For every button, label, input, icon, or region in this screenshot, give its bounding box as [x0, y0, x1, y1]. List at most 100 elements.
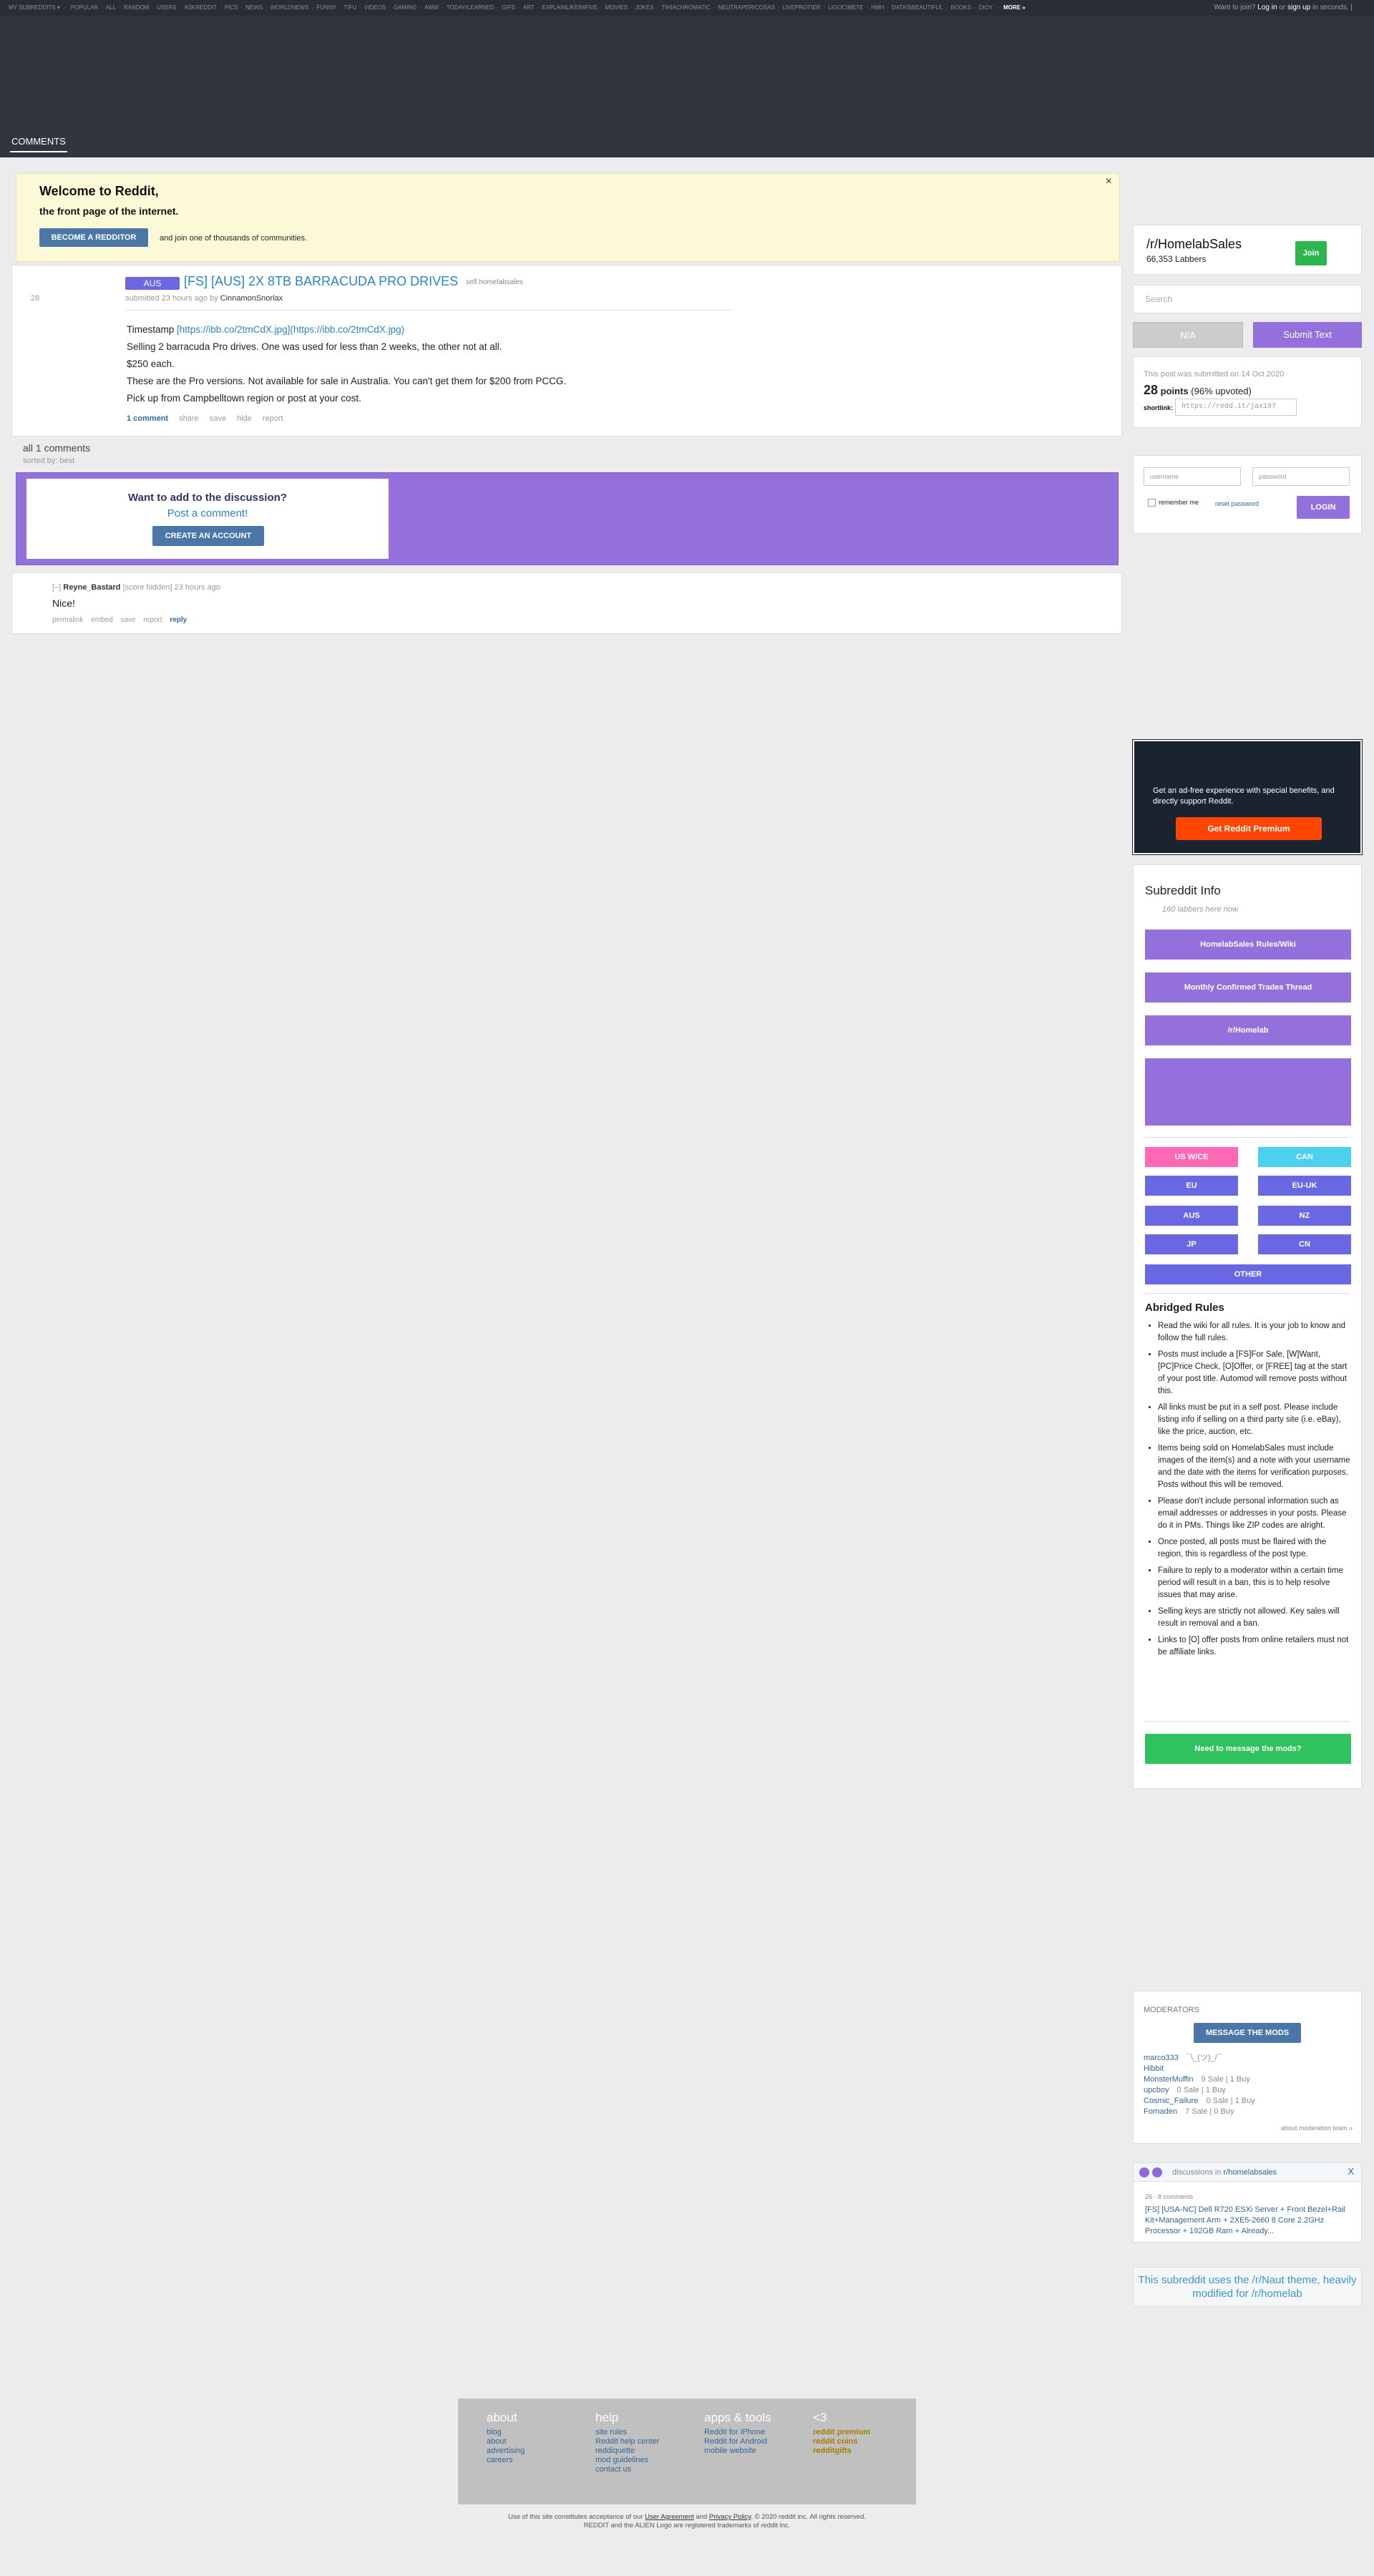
- moderator-link[interactable]: upcboy: [1144, 2086, 1169, 2094]
- moderator-link[interactable]: MonsterMuffin: [1144, 2075, 1194, 2084]
- footer-link[interactable]: mod guidelines: [595, 2456, 659, 2465]
- region-nz-button[interactable]: NZ: [1258, 1206, 1351, 1226]
- region-other-button[interactable]: OTHER: [1145, 1264, 1351, 1284]
- footer-link[interactable]: careers: [487, 2456, 525, 2465]
- footer-link[interactable]: Reddit help center: [595, 2437, 659, 2446]
- sort-by[interactable]: sorted by: best: [23, 457, 74, 465]
- cta-post-comment[interactable]: Post a comment!: [26, 507, 389, 519]
- more-subreddits-link[interactable]: MORE »: [1003, 4, 1025, 11]
- footer-link[interactable]: reddit premium: [813, 2428, 870, 2437]
- close-icon[interactable]: ×: [1106, 175, 1112, 188]
- privacy-policy-link[interactable]: Privacy Policy: [709, 2513, 751, 2521]
- login-button[interactable]: LOGIN: [1297, 496, 1350, 519]
- submit-text-button[interactable]: Submit Text: [1253, 322, 1362, 348]
- subreddit-link[interactable]: JOKES: [635, 4, 653, 11]
- message-mods-button[interactable]: Need to message the mods?: [1145, 1734, 1351, 1764]
- remember-me-checkbox[interactable]: remember me: [1148, 499, 1199, 507]
- footer-link[interactable]: Reddit for iPhone: [704, 2428, 771, 2437]
- subreddit-link[interactable]: RANDOM: [124, 4, 150, 11]
- subreddit-link[interactable]: LIVEPROTIER: [783, 4, 821, 11]
- footer-link[interactable]: site rules: [595, 2428, 659, 2437]
- theme-credit[interactable]: This subreddit uses the /r/Naut theme, h…: [1133, 2267, 1362, 2307]
- region-uswce-button[interactable]: US W/CE: [1145, 1147, 1238, 1167]
- username-field[interactable]: username: [1144, 467, 1241, 486]
- comments-link[interactable]: 1 comment: [127, 414, 168, 423]
- footer-link[interactable]: contact us: [595, 2465, 659, 2474]
- region-jp-button[interactable]: JP: [1145, 1234, 1238, 1254]
- report-link[interactable]: report: [143, 616, 162, 624]
- nav-next-icon[interactable]: [1152, 2167, 1162, 2177]
- permalink-link[interactable]: permalink: [52, 616, 83, 624]
- collapse-toggle[interactable]: [–]: [52, 583, 61, 592]
- save-link[interactable]: save: [210, 414, 226, 423]
- subreddit-name[interactable]: /r/HomelabSales: [1146, 237, 1242, 252]
- shortlink-field[interactable]: https://redd.it/jax197: [1175, 399, 1297, 416]
- my-subreddits-dropdown[interactable]: MY SUBREDDITS: [9, 4, 56, 11]
- subreddit-link[interactable]: ART: [523, 4, 535, 11]
- share-link[interactable]: share: [179, 414, 199, 423]
- create-account-button[interactable]: CREATE AN ACCOUNT: [152, 526, 264, 546]
- subreddit-link[interactable]: NEWS: [245, 4, 263, 11]
- region-aus-button[interactable]: AUS: [1145, 1206, 1238, 1226]
- checkbox-icon[interactable]: [1148, 499, 1156, 507]
- footer-link[interactable]: Reddit for Android: [704, 2437, 771, 2446]
- reset-password-link[interactable]: reset password: [1215, 500, 1259, 507]
- subreddit-link[interactable]: POPULAR: [71, 4, 98, 11]
- subreddit-link[interactable]: PICS: [225, 4, 238, 11]
- subreddit-link[interactable]: VIDEOS: [364, 4, 386, 11]
- search-input[interactable]: Search: [1133, 285, 1362, 313]
- rules-wiki-button[interactable]: HomelabSales Rules/Wiki: [1145, 930, 1351, 960]
- timestamp-link[interactable]: [https://ibb.co/2tmCdX.jpg](https://ibb.…: [177, 324, 404, 335]
- user-agreement-link[interactable]: User Agreement: [645, 2513, 694, 2521]
- nav-prev-icon[interactable]: [1139, 2167, 1149, 2177]
- footer-link[interactable]: blog: [487, 2428, 525, 2437]
- footer-link[interactable]: mobile website: [704, 2446, 771, 2456]
- login-link[interactable]: Log in: [1257, 4, 1277, 11]
- subreddit-link[interactable]: ALL: [106, 4, 116, 11]
- discussions-sub-link[interactable]: r/homelabsales: [1224, 2168, 1277, 2177]
- reply-link[interactable]: reply: [170, 616, 187, 624]
- post-title[interactable]: [FS] [AUS] 2X 8TB BARRACUDA PRO DRIVES: [184, 274, 458, 289]
- subreddit-link[interactable]: TODAYILEARNED: [447, 4, 494, 11]
- subreddit-link[interactable]: FUNNY: [316, 4, 336, 11]
- report-link[interactable]: report: [263, 414, 283, 423]
- footer-link[interactable]: reddiquette: [595, 2446, 659, 2456]
- region-eu-button[interactable]: EU: [1145, 1176, 1238, 1196]
- moderator-link[interactable]: marco333: [1144, 2054, 1179, 2062]
- footer-link[interactable]: redditgifts: [813, 2446, 870, 2456]
- subreddit-link[interactable]: GIFS: [502, 4, 515, 11]
- subreddit-link[interactable]: EXPLAINLIKEIMFIVE: [542, 4, 598, 11]
- subreddit-link[interactable]: DATAISBEAUTIFUL: [892, 4, 943, 11]
- moderator-link[interactable]: Cosmic_Failure: [1144, 2097, 1198, 2105]
- embed-link[interactable]: embed: [91, 616, 113, 624]
- post-author[interactable]: CinnamonSnorlax: [220, 294, 283, 303]
- footer-link[interactable]: about: [487, 2437, 525, 2446]
- subreddit-link[interactable]: TIHIACHROMATIC: [661, 4, 710, 11]
- subreddit-link[interactable]: USERS: [157, 4, 177, 11]
- region-euuk-button[interactable]: EU-UK: [1258, 1176, 1351, 1196]
- discussion-link[interactable]: [FS] [USA-NC] Dell R720 ESXi Server + Fr…: [1145, 2205, 1353, 2237]
- subreddit-link[interactable]: TIFU: [344, 4, 356, 11]
- subreddit-link[interactable]: ASKREDDIT: [184, 4, 217, 11]
- subreddit-link[interactable]: WORLDNEWS: [271, 4, 309, 11]
- premium-button[interactable]: Get Reddit Premium: [1176, 817, 1322, 840]
- moderator-link[interactable]: Fornaden: [1144, 2107, 1177, 2116]
- join-button[interactable]: Join: [1295, 241, 1327, 265]
- close-icon[interactable]: X: [1348, 2166, 1354, 2177]
- subreddit-link[interactable]: BOOKS: [950, 4, 970, 11]
- footer-link[interactable]: advertising: [487, 2446, 525, 2456]
- subreddit-link[interactable]: AWW: [424, 4, 439, 11]
- tab-comments[interactable]: COMMENTS: [10, 136, 67, 152]
- message-mods-button[interactable]: MESSAGE THE MODS: [1194, 2023, 1301, 2043]
- about-moderation-link[interactable]: about moderation team »: [1281, 2124, 1353, 2132]
- region-cn-button[interactable]: CN: [1258, 1234, 1351, 1254]
- become-redditor-button[interactable]: BECOME A REDDITOR: [39, 228, 148, 247]
- subreddit-link[interactable]: NEUTRAPERICOSAS: [718, 4, 775, 11]
- comment-author[interactable]: Reyne_Bastard: [63, 583, 120, 592]
- subreddit-link[interactable]: LIGOCIMETE: [828, 4, 863, 11]
- hide-link[interactable]: hide: [237, 414, 252, 423]
- subreddit-link[interactable]: HMH: [871, 4, 884, 11]
- confirmed-trades-button[interactable]: Monthly Confirmed Trades Thread: [1145, 972, 1351, 1002]
- subreddit-link[interactable]: MOVIES: [605, 4, 628, 11]
- footer-link[interactable]: reddit coins: [813, 2437, 870, 2446]
